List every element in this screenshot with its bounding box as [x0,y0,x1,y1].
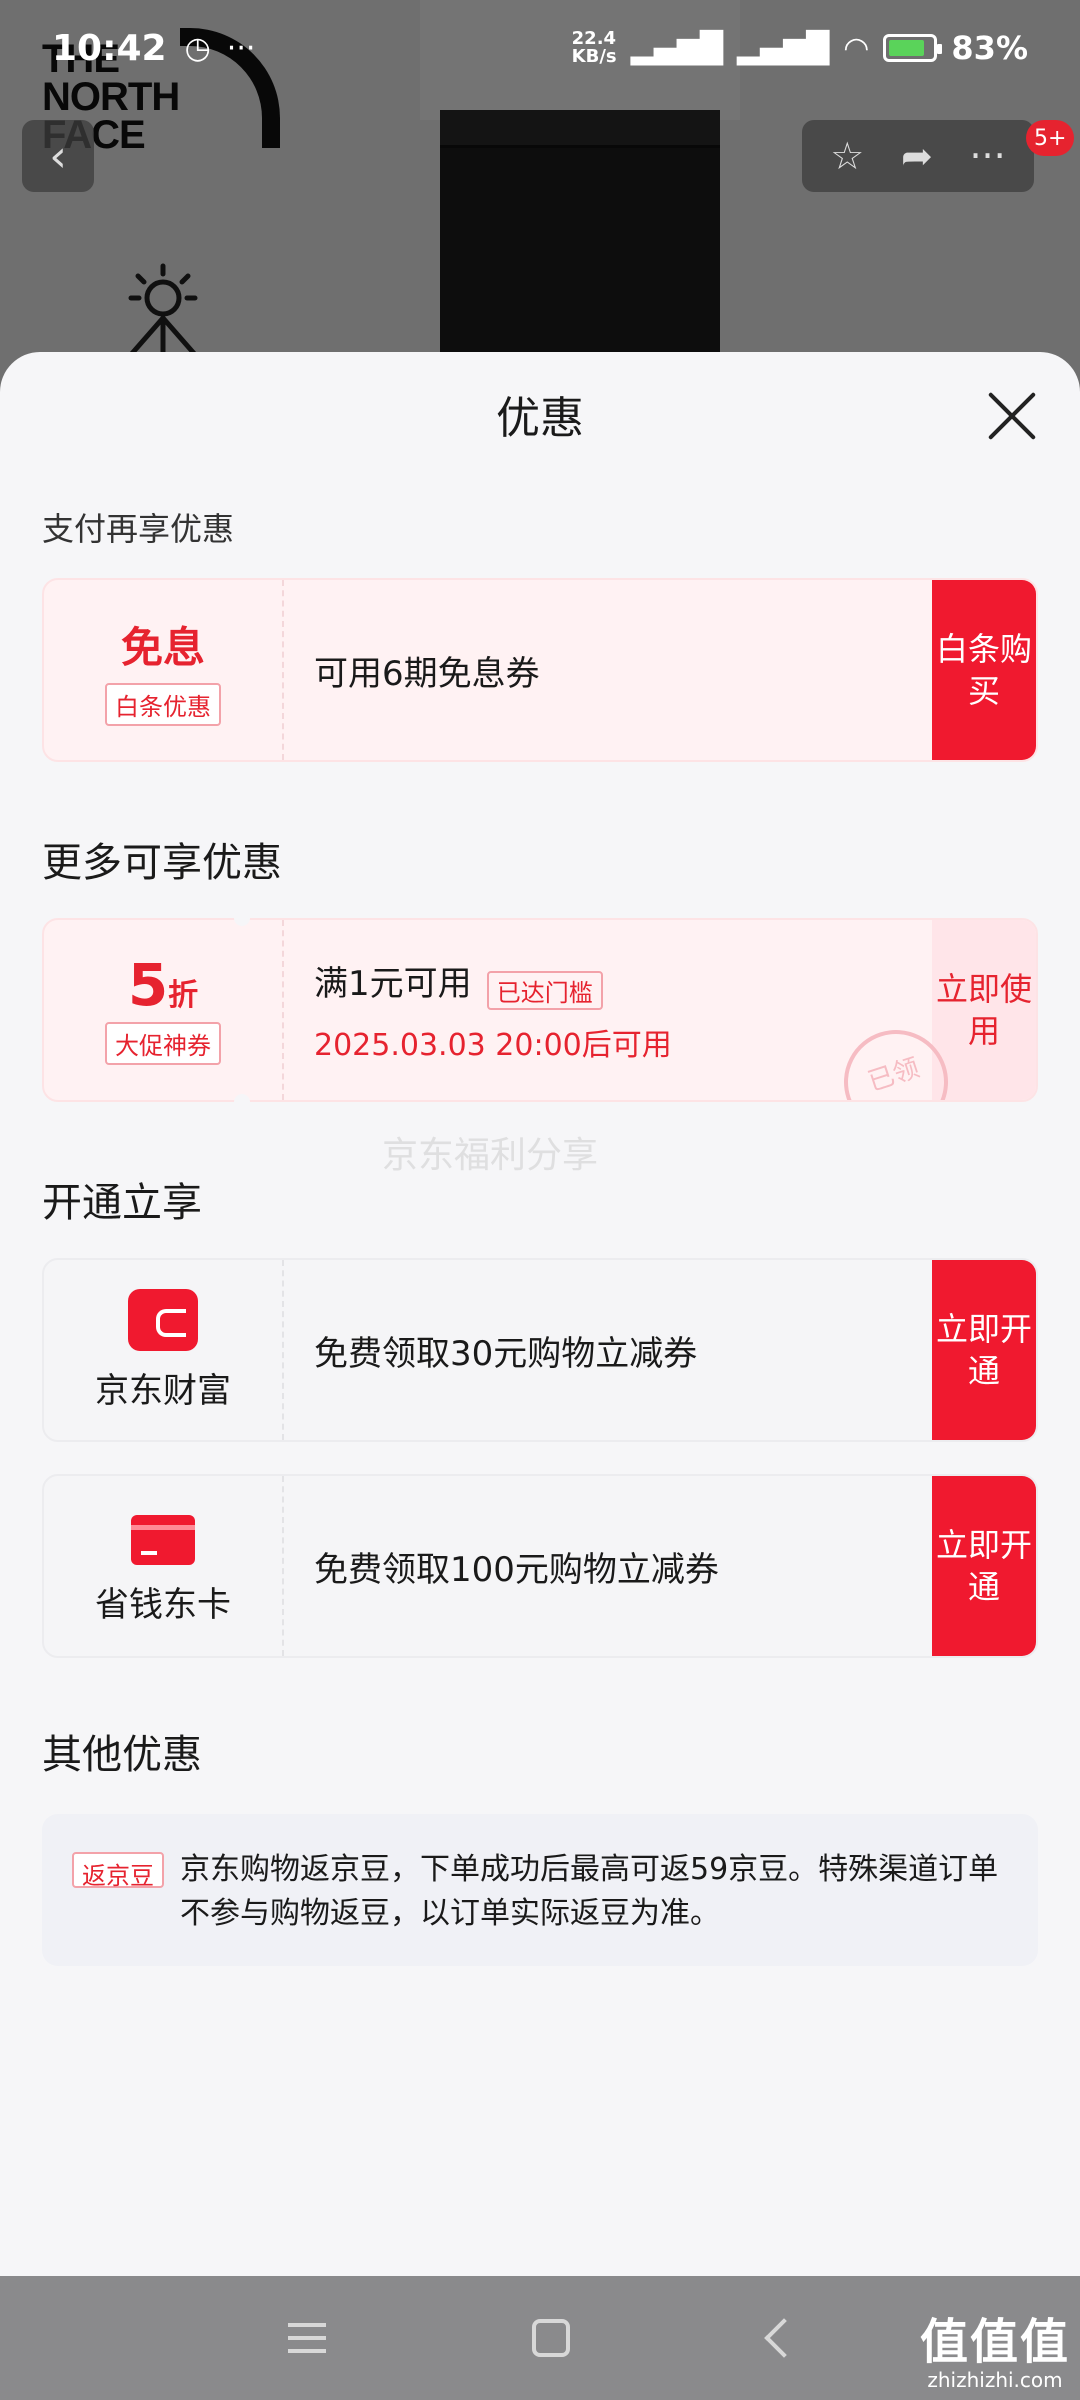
open-now-button[interactable]: 立即开通 [932,1260,1036,1440]
coupon-tag: 大促神券 [105,1021,221,1065]
service-text: 免费领取100元购物立减券 [314,1549,719,1590]
service-text: 免费领取30元购物立减券 [314,1333,698,1374]
battery-percentage: 83% [951,29,1028,67]
wifi-icon: ◠ [843,30,870,66]
card-icon [131,1514,195,1565]
wallet-icon [128,1288,198,1351]
interest-free-label: 免息 [120,623,205,672]
offer-tag: 白条优惠 [105,683,221,726]
open-now-button[interactable]: 立即开通 [932,1476,1036,1656]
battery-icon [883,34,943,62]
section-title-open: 开通立享 [42,1180,202,1226]
jd-beans-info-box: 返京豆 京东购物返京豆，下单成功后最高可返59京豆。特殊渠道订单不参与购物返豆，… [42,1814,1038,1966]
service-middle: 免费领取30元购物立减券 [284,1260,932,1440]
close-button[interactable] [984,388,1040,444]
signal-icon: ▂▄▆█ [630,30,723,66]
service-card-money-saver: 省钱东卡 免费领取100元购物立减券 立即开通 [42,1474,1038,1658]
signal-icon-2: ▂▄▆█ [736,30,830,66]
star-icon: ☆ [830,134,865,178]
coupon-notch-top [234,910,250,926]
section-title-pay: 支付再享优惠 [42,510,235,548]
service-middle: 免费领取100元购物立减券 [284,1476,932,1656]
service-name: 京东财富 [95,1370,231,1411]
jd-beans-text: 京东购物返京豆，下单成功后最高可返59京豆。特殊渠道订单不参与购物返豆，以订单实… [180,1852,999,1931]
discount-value: 5 [127,950,169,1019]
threshold-reached-tag: 已达门槛 [486,971,603,1010]
use-now-button[interactable]: 立即使用 [932,920,1036,1100]
more-notifications-icon: ··· [226,30,256,66]
baitiao-buy-button[interactable]: 白条购买 [932,580,1036,760]
baitiao-offer-card: 免息 白条优惠 可用6期免息券 白条购买 [42,578,1038,762]
coupon-notch-bottom [234,1094,250,1110]
sheet-title: 优惠 [496,393,584,444]
offers-sheet: 优惠 支付再享优惠 免息 白条优惠 可用6期免息券 白条购买 更多可享优惠 5折… [0,352,1080,2276]
status-bar: 10:42 ◷ ··· 22.4 KB/s ▂▄▆█ ▂▄▆█ ◠ 83% [0,0,1080,96]
coupon-left: 5折 大促神券 [44,920,284,1100]
share-icon: ➦ [900,134,933,178]
discount-unit: 折 [168,977,199,1013]
section-title-other: 其他优惠 [42,1732,202,1778]
system-nav-bar [0,2276,1080,2400]
site-watermark: 值值值 zhizhizhi.com [919,2314,1070,2392]
service-name: 省钱东卡 [95,1584,231,1625]
coupon-card: 5折 大促神券 满1元可用 已达门槛 2025.03.03 20:00后可用 立… [42,918,1038,1102]
offer-text: 可用6期免息券 [314,653,540,694]
product-actions: ☆ ➦ ··· [802,120,1034,192]
network-speed: 22.4 KB/s [571,28,617,67]
sheet-header: 优惠 [0,352,1080,476]
home-icon[interactable] [532,2319,570,2357]
service-left: 省钱东卡 [44,1476,284,1656]
section-title-more: 更多可享优惠 [42,840,282,886]
service-left: 京东财富 [44,1260,284,1440]
watermark-text: 京东福利分享 [382,1135,599,1176]
cart-badge: 5+ [1026,120,1075,156]
jd-beans-tag: 返京豆 [72,1852,164,1890]
offer-left: 免息 白条优惠 [44,580,284,760]
status-time: 10:42 [52,27,167,69]
coupon-middle: 满1元可用 已达门槛 2025.03.03 20:00后可用 [284,920,932,1100]
more-icon: ··· [969,134,1006,178]
back-nav-icon[interactable] [764,2318,804,2358]
coupon-threshold: 满1元可用 [314,964,472,1004]
menu-icon[interactable] [282,2313,332,2363]
coupon-valid-time: 2025.03.03 20:00后可用 [314,1028,672,1063]
back-button: ‹ [22,120,94,192]
service-card-jd-finance: 京东财富 免费领取30元购物立减券 立即开通 [42,1258,1038,1442]
offer-middle: 可用6期免息券 [284,580,932,760]
clock-icon: ◷ [184,30,211,66]
